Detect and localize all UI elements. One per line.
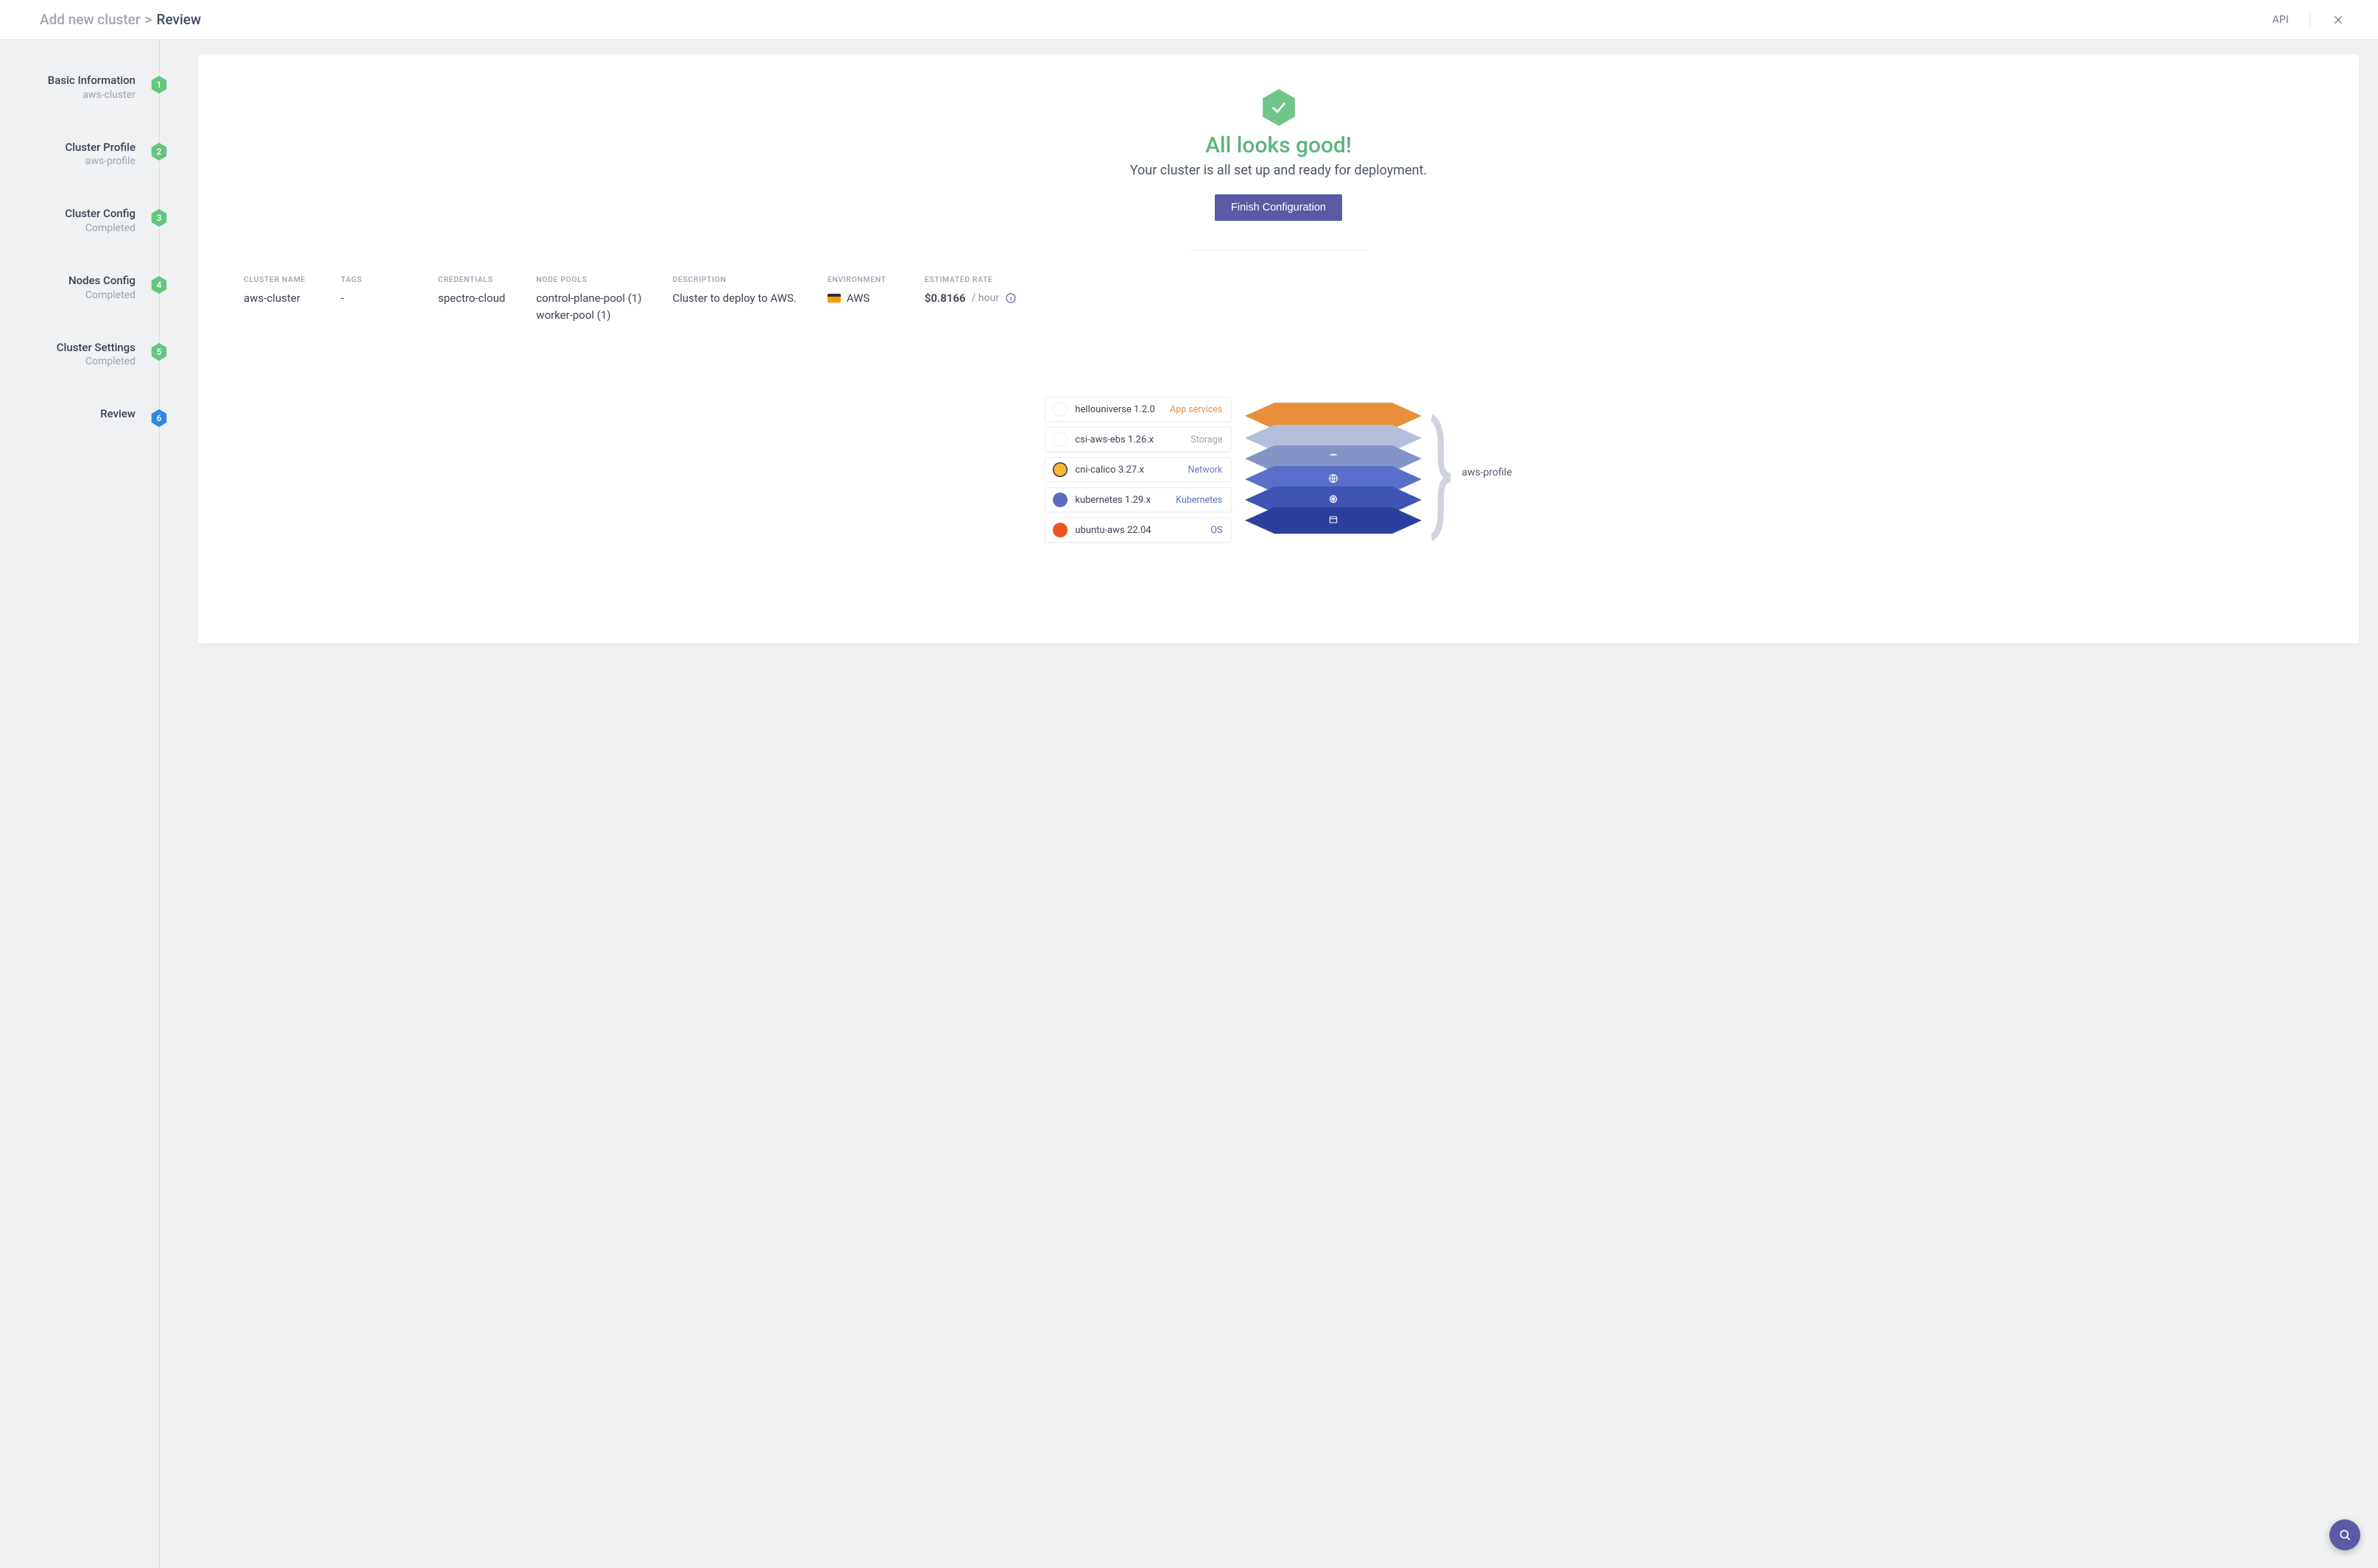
step-title: Review <box>0 407 135 422</box>
layer-ubuntu[interactable]: ubuntu-aws 22.04 OS <box>1045 518 1232 543</box>
value-node-pool-0: control-plane-pool (1) <box>536 290 641 307</box>
brace-icon: } <box>1439 397 1445 548</box>
info-icon[interactable] <box>1005 292 1017 304</box>
breadcrumb-root[interactable]: Add new cluster <box>40 11 141 28</box>
layer-type: OS <box>1210 525 1222 536</box>
layer-type: Kubernetes <box>1176 495 1222 506</box>
hero-subtitle: Your cluster is all set up and ready for… <box>242 163 2315 178</box>
step-title: Cluster Settings <box>0 341 135 356</box>
api-link[interactable]: API <box>2272 14 2289 26</box>
step-subtitle: Completed <box>0 289 135 302</box>
label-credentials: CREDENTIALS <box>438 275 505 284</box>
value-rate: $0.8166 <box>925 290 966 307</box>
step-nodes-config[interactable]: Nodes Config Completed 4 <box>0 274 159 302</box>
k8s-icon <box>1053 492 1068 507</box>
success-icon <box>1260 88 1298 127</box>
header: Add new cluster > Review API <box>0 0 2378 40</box>
layer-name: hellouniverse 1.2.0 <box>1075 404 1162 415</box>
layer-aws[interactable]: csi-aws-ebs 1.26.x Storage <box>1045 427 1232 452</box>
divider <box>1190 250 1367 251</box>
value-rate-unit: / hour <box>972 291 999 306</box>
layer-name: ubuntu-aws 22.04 <box>1075 525 1203 536</box>
close-icon[interactable] <box>2331 13 2346 27</box>
step-subtitle: Completed <box>0 355 135 368</box>
layer-calico[interactable]: cni-calico 3.27.x Network <box>1045 457 1232 482</box>
value-description: Cluster to deploy to AWS. <box>672 290 796 307</box>
value-credentials: spectro-cloud <box>438 290 505 307</box>
calico-icon <box>1053 462 1068 477</box>
folder-icon <box>1053 402 1068 417</box>
label-rate: ESTIMATED RATE <box>925 275 1017 284</box>
review-card: All looks good! Your cluster is all set … <box>198 54 2359 643</box>
profile-name: aws-profile <box>1461 467 1511 478</box>
disk-icon <box>1327 452 1339 464</box>
value-tags: - <box>341 290 407 307</box>
panel-icon <box>1327 514 1339 526</box>
layer-type: Network <box>1188 465 1223 476</box>
breadcrumb: Add new cluster > Review <box>40 11 201 28</box>
step-basic-information[interactable]: Basic Information aws-cluster 1 <box>0 74 159 102</box>
label-cluster-name: CLUSTER NAME <box>244 275 310 284</box>
helm-icon <box>1327 493 1339 505</box>
layer-name: csi-aws-ebs 1.26.x <box>1075 434 1183 445</box>
value-cluster-name: aws-cluster <box>244 290 310 307</box>
step-review[interactable]: Review 6 <box>0 407 159 422</box>
ubuntu-icon <box>1053 523 1068 537</box>
step-title: Cluster Config <box>0 207 135 222</box>
step-subtitle: Completed <box>0 222 135 235</box>
label-node-pools: NODE POOLS <box>536 275 641 284</box>
aws-logo-icon <box>828 294 841 303</box>
step-title: Cluster Profile <box>0 141 135 155</box>
step-subtitle: aws-cluster <box>0 88 135 102</box>
step-cluster-profile[interactable]: Cluster Profile aws-profile 2 <box>0 141 159 169</box>
help-fab[interactable] <box>2329 1519 2360 1550</box>
aws-icon <box>1053 432 1068 447</box>
step-title: Basic Information <box>0 74 135 88</box>
step-hex-icon: 4 <box>149 275 169 294</box>
hero-title: All looks good! <box>242 133 2315 158</box>
step-hex-icon: 1 <box>149 75 169 94</box>
layer-type: App services <box>1170 404 1222 415</box>
breadcrumb-leaf: Review <box>157 11 202 28</box>
step-cluster-config[interactable]: Cluster Config Completed 3 <box>0 207 159 235</box>
profile-stack-diagram: hellouniverse 1.2.0 App services csi-aws… <box>242 397 2315 548</box>
wizard-steps: Basic Information aws-cluster 1 Cluster … <box>0 40 160 1568</box>
layer-k8s[interactable]: kubernetes 1.29.x Kubernetes <box>1045 487 1232 512</box>
finish-configuration-button[interactable]: Finish Configuration <box>1215 194 1342 221</box>
step-subtitle: aws-profile <box>0 155 135 168</box>
stack-3d <box>1245 403 1422 543</box>
value-environment: AWS <box>847 290 870 307</box>
label-description: DESCRIPTION <box>672 275 796 284</box>
layer-name: kubernetes 1.29.x <box>1075 495 1168 506</box>
step-cluster-settings[interactable]: Cluster Settings Completed 5 <box>0 341 159 369</box>
step-hex-icon: 3 <box>149 208 169 227</box>
breadcrumb-separator: > <box>145 11 152 28</box>
layer-name: cni-calico 3.27.x <box>1075 465 1180 476</box>
summary-row: CLUSTER NAME aws-cluster TAGS - CREDENTI… <box>242 272 2315 353</box>
step-hex-icon: 5 <box>149 342 169 361</box>
value-node-pool-1: worker-pool (1) <box>536 307 641 324</box>
label-tags: TAGS <box>341 275 407 284</box>
layer-folder[interactable]: hellouniverse 1.2.0 App services <box>1045 397 1232 422</box>
step-hex-icon: 6 <box>149 409 169 428</box>
step-title: Nodes Config <box>0 274 135 289</box>
layer-type: Storage <box>1190 434 1222 445</box>
label-environment: ENVIRONMENT <box>828 275 894 284</box>
folder-icon <box>1327 431 1339 443</box>
globe-icon <box>1327 473 1339 484</box>
step-hex-icon: 2 <box>149 142 169 161</box>
